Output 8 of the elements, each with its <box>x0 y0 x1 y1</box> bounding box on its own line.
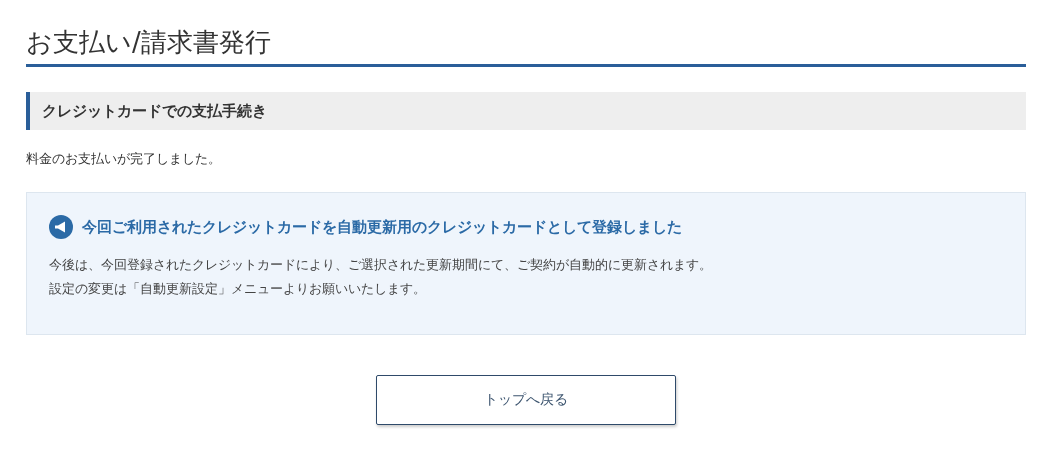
notice-title: 今回ご利用されたクレジットカードを自動更新用のクレジットカードとして登録しました <box>82 217 682 237</box>
notice-text: 設定の変更は「自動更新設定」メニューよりお願いいたします。 <box>49 280 427 298</box>
back-to-top-button[interactable]: トップへ戻る <box>376 375 676 425</box>
page-title: お支払い/請求書発行 <box>26 26 272 59</box>
status-message: 料金のお支払いが完了しました。 <box>26 150 222 168</box>
megaphone-icon <box>49 215 73 239</box>
section-heading: クレジットカードでの支払手続き <box>26 92 1026 130</box>
notice-text: 今後は、今回登録されたクレジットカードにより、ご選択された更新期間にて、ご契約が自動的に更新されます。 <box>49 256 713 274</box>
